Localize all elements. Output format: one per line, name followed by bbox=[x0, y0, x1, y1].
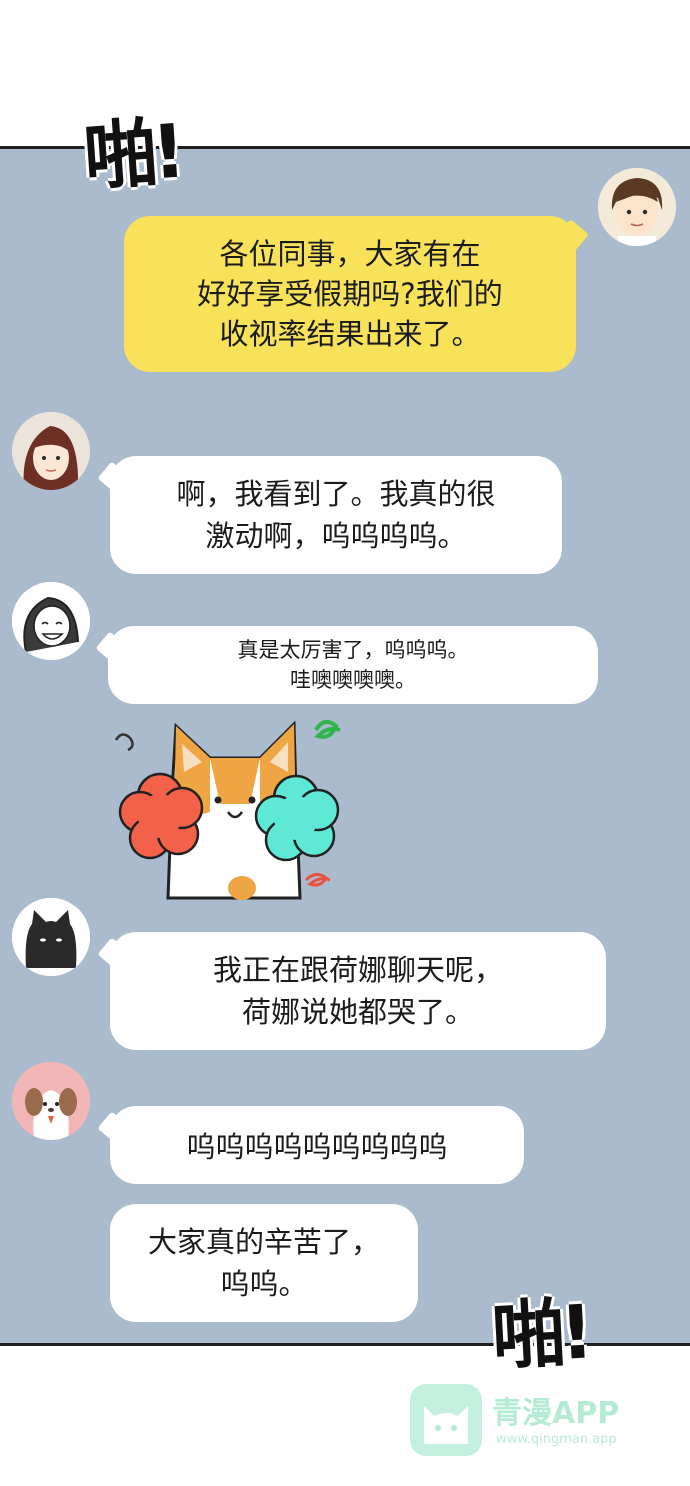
avatar-puppy bbox=[12, 1062, 90, 1140]
message-bubble-6: 大家真的辛苦了， 呜呜。 bbox=[110, 1204, 418, 1322]
message-3-line-1: 真是太厉害了，呜呜呜。 bbox=[237, 638, 469, 662]
avatar-girl-sketch bbox=[12, 582, 90, 660]
cat-logo-icon bbox=[410, 1384, 482, 1456]
sound-effect-bottom: 啪! bbox=[489, 1289, 590, 1381]
message-bubble-3: 真是太厉害了，呜呜呜。 哇噢噢噢噢。 bbox=[108, 626, 598, 704]
message-bubble-5: 呜呜呜呜呜呜呜呜呜 bbox=[110, 1106, 524, 1184]
avatar-black-cat bbox=[12, 898, 90, 976]
watermark-title: 青漫APP bbox=[492, 1396, 620, 1431]
message-2-line-2: 激动啊，呜呜呜呜。 bbox=[205, 519, 467, 553]
message-1-line-3: 收视率结果出来了。 bbox=[219, 317, 481, 351]
message-6-line-2: 呜呜。 bbox=[220, 1267, 308, 1301]
message-bubble-4: 我正在跟荷娜聊天呢， 荷娜说她都哭了。 bbox=[110, 932, 606, 1050]
avatar-woman bbox=[12, 412, 90, 490]
message-bubble-1: 各位同事，大家有在 好好享受假期吗?我们的 收视率结果出来了。 bbox=[124, 216, 576, 372]
sound-effect-top-overlay: 啪! bbox=[81, 108, 183, 202]
message-5-line-1: 呜呜呜呜呜呜呜呜呜 bbox=[186, 1130, 448, 1164]
avatar-man bbox=[598, 168, 676, 246]
message-4-line-2: 荷娜说她都哭了。 bbox=[241, 995, 474, 1029]
watermark: 青漫APP www.qingman.app bbox=[410, 1384, 650, 1456]
message-6-line-1: 大家真的辛苦了， bbox=[147, 1225, 380, 1259]
message-2-line-1: 啊，我看到了。我真的很 bbox=[176, 477, 496, 511]
message-1-line-1: 各位同事，大家有在 bbox=[219, 237, 481, 271]
message-bubble-2: 啊，我看到了。我真的很 激动啊，呜呜呜呜。 bbox=[110, 456, 562, 574]
watermark-url: www.qingman.app bbox=[496, 1432, 617, 1447]
message-4-line-1: 我正在跟荷娜聊天呢， bbox=[212, 953, 503, 987]
cheering-corgi-sticker bbox=[110, 712, 360, 912]
message-1-line-2: 好好享受假期吗?我们的 bbox=[197, 277, 503, 311]
message-3-line-2: 哇噢噢噢噢。 bbox=[290, 668, 416, 692]
